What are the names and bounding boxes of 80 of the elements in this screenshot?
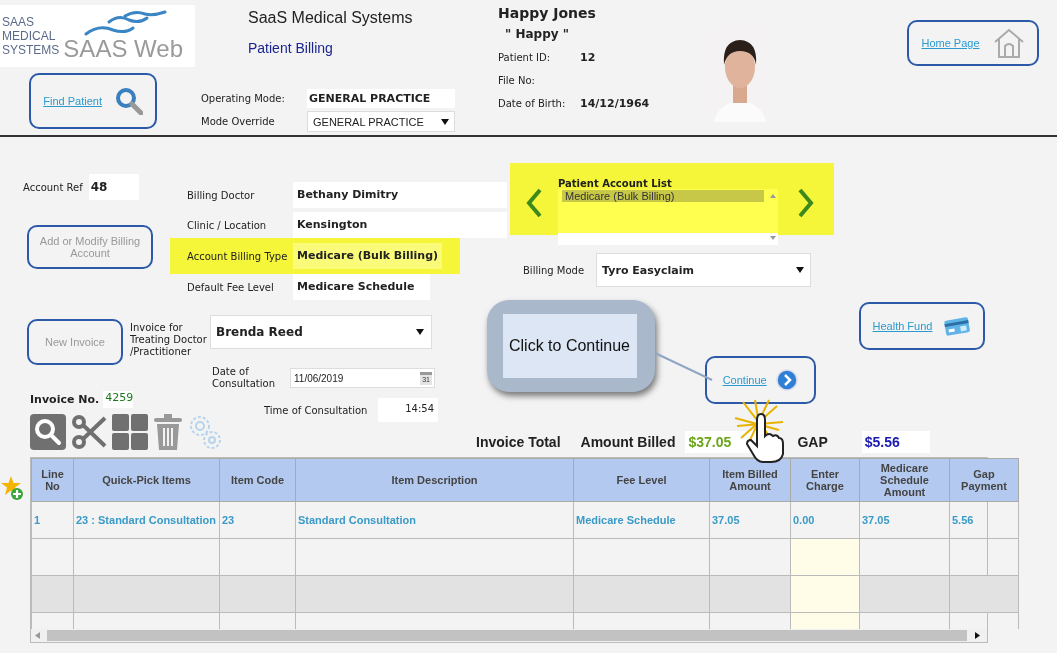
field-label: Account Billing Type bbox=[186, 250, 289, 262]
table-cell: Medicare Schedule bbox=[573, 501, 710, 539]
table-cell: 1 bbox=[31, 501, 74, 539]
card-icon bbox=[943, 315, 972, 337]
field-label: Patient ID: bbox=[498, 52, 552, 63]
field-value[interactable]: Medicare (Bulk Billing) bbox=[293, 243, 443, 269]
logo-wordmark: SAAS Web bbox=[63, 36, 183, 62]
field-label: Account Ref bbox=[23, 181, 83, 193]
star-add-icon bbox=[0, 475, 24, 501]
column-header[interactable]: Fee Level bbox=[573, 458, 710, 502]
chevron-left-icon bbox=[526, 188, 542, 218]
logo-text: SAAS bbox=[2, 15, 35, 29]
chevron-right-icon bbox=[798, 188, 814, 218]
time-field[interactable]: 14:54 bbox=[378, 398, 438, 422]
amount-billed-label: Amount Billed bbox=[580, 434, 676, 450]
patient-nickname: " Happy " bbox=[505, 27, 570, 41]
field-label: Operating Mode: bbox=[201, 93, 286, 104]
field-value[interactable]: Medicare Schedule bbox=[293, 274, 430, 300]
gap-label: GAP bbox=[797, 434, 828, 450]
field-label: Billing Mode bbox=[523, 264, 585, 276]
list-label: Patient Account List bbox=[558, 178, 673, 189]
logo-text: SYSTEMS bbox=[2, 43, 60, 57]
field-value[interactable]: Kensington bbox=[293, 212, 507, 238]
callout-text: Click to Continue bbox=[503, 314, 637, 378]
column-header[interactable]: Item Billed Amount bbox=[709, 458, 791, 502]
dropdown-arrow-icon bbox=[441, 117, 449, 126]
gears-icon bbox=[188, 414, 222, 450]
grid-icon bbox=[112, 414, 148, 450]
field-label: Mode Override bbox=[201, 116, 276, 127]
field-label: Date of Birth: bbox=[498, 98, 567, 109]
field-label: Time of Consultation bbox=[264, 404, 369, 416]
scissors-icon bbox=[71, 414, 107, 450]
previous-button[interactable] bbox=[526, 188, 542, 218]
field-value[interactable]: Bethany Dimitry bbox=[293, 182, 507, 208]
gap-field: $5.56 bbox=[861, 431, 930, 453]
column-header[interactable]: Enter Charge bbox=[790, 458, 860, 502]
column-header[interactable]: Item Code bbox=[219, 458, 296, 502]
trash-icon bbox=[153, 414, 183, 450]
field-label: Invoice No. bbox=[30, 393, 100, 406]
mode-value: GENERAL PRACTICE bbox=[307, 89, 455, 108]
invoice-total-label: Invoice Total bbox=[476, 434, 561, 450]
column-header[interactable]: Line No bbox=[31, 458, 74, 502]
invoice-number-field[interactable]: 4259 bbox=[103, 391, 134, 408]
field-value: 12 bbox=[580, 51, 596, 64]
column-header[interactable]: Medicare Schedule Amount bbox=[859, 458, 950, 502]
app-title: SaaS Medical Systems bbox=[248, 9, 414, 27]
search-icon bbox=[30, 414, 66, 450]
field-label: File No: bbox=[498, 75, 536, 86]
table-cell: 0.00 bbox=[790, 501, 860, 539]
account-listbox[interactable]: Medicare (Bulk Billing) bbox=[558, 189, 778, 245]
column-header[interactable]: Item Description bbox=[295, 458, 574, 502]
billing-mode-select[interactable]: Tyro Easyclaim bbox=[596, 253, 812, 287]
column-header[interactable]: Quick-Pick Items bbox=[73, 458, 220, 502]
field-label: Default Fee Level bbox=[186, 281, 275, 293]
table-cell: 37.05 bbox=[709, 501, 791, 539]
page-title: Patient Billing bbox=[248, 40, 334, 56]
dropdown-arrow-icon bbox=[416, 328, 424, 336]
leader-line bbox=[654, 352, 714, 382]
patient-name: Happy Jones bbox=[498, 5, 597, 21]
field-label: Billing Doctor bbox=[186, 189, 256, 201]
account-ref-field[interactable]: 48 bbox=[88, 174, 139, 200]
field-label: Invoice for Treating Doctor /Practitioner bbox=[130, 322, 208, 358]
field-label: Date of Consultation bbox=[212, 366, 276, 390]
column-header[interactable]: Gap Payment bbox=[949, 458, 1019, 502]
house-icon bbox=[992, 28, 1025, 58]
dropdown-arrow-icon bbox=[796, 266, 805, 274]
field-label: Clinic / Location bbox=[186, 219, 268, 231]
table-cell: 23 bbox=[219, 501, 296, 539]
table-cell: 5.56 bbox=[949, 501, 1019, 539]
mode-select[interactable]: GENERAL PRACTICE bbox=[307, 111, 455, 132]
table-cell: Standard Consultation bbox=[295, 501, 574, 539]
next-button[interactable] bbox=[798, 188, 814, 218]
arrow-right-circle-icon bbox=[776, 369, 799, 391]
table-cell: 23 : Standard Consultation bbox=[73, 501, 220, 539]
search-icon bbox=[114, 87, 143, 115]
doctor-select[interactable]: Brenda Reed bbox=[210, 315, 432, 349]
logo-text: MEDICAL bbox=[2, 29, 57, 43]
list-option[interactable]: Medicare (Bulk Billing) bbox=[562, 190, 764, 202]
table-cell: 37.05 bbox=[859, 501, 950, 539]
field-value: 14/12/1964 bbox=[580, 97, 650, 110]
